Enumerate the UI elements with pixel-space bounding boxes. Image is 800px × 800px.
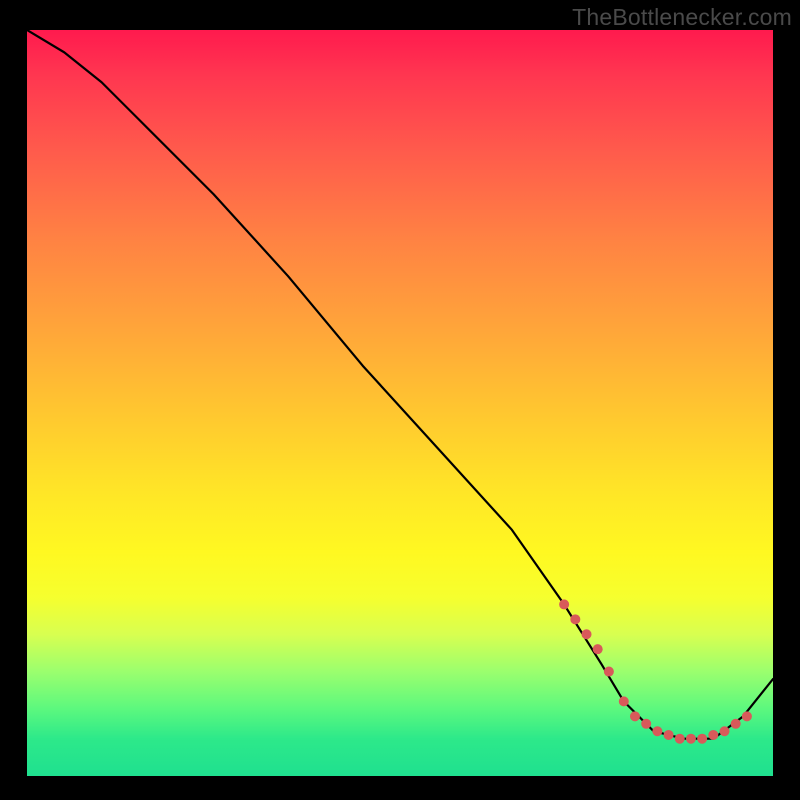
highlight-dot [708,730,718,740]
bottleneck-curve [27,30,773,739]
plot-area [27,30,773,776]
highlight-dot [686,734,696,744]
highlight-dot [619,696,629,706]
highlight-dot [641,719,651,729]
attribution-label: TheBottlenecker.com [572,4,792,31]
highlight-dot [559,599,569,609]
highlight-dot [664,730,674,740]
highlight-dot [582,629,592,639]
chart-frame: TheBottlenecker.com [0,0,800,800]
highlight-dot [742,711,752,721]
highlight-dot [675,734,685,744]
highlight-dot [652,726,662,736]
highlight-dot [697,734,707,744]
highlight-dot [630,711,640,721]
highlight-dot [570,614,580,624]
highlight-dot [604,667,614,677]
chart-svg [27,30,773,776]
highlight-dot [731,719,741,729]
highlight-dots [559,599,752,743]
highlight-dot [593,644,603,654]
highlight-dot [720,726,730,736]
